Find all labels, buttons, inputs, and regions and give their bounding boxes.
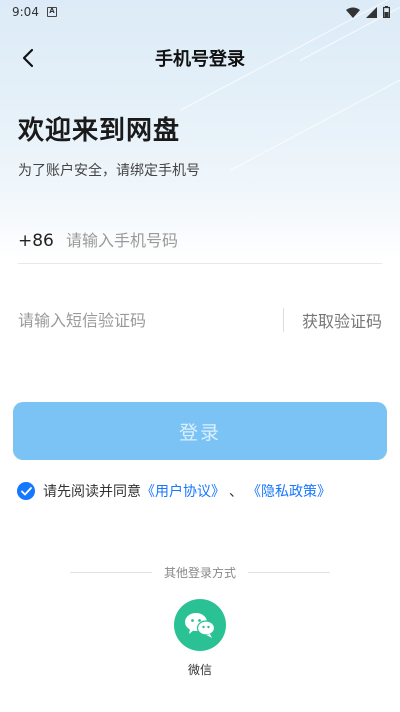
status-bar: 9:04 A [0, 0, 400, 24]
other-login-label: 其他登录方式 [164, 565, 237, 580]
wechat-icon [185, 613, 216, 638]
agreement-row: 请先阅读并同意 《用户协议》 、 《隐私政策》 [17, 481, 331, 501]
agreement-text: 请先阅读并同意 [43, 484, 141, 500]
notification-a-icon: A [46, 7, 57, 17]
wechat-login-button[interactable] [174, 599, 226, 651]
other-login-divider: 其他登录方式 [70, 563, 331, 581]
sms-code-input[interactable] [18, 310, 273, 330]
subtitle: 为了账户安全，请绑定手机号 [18, 163, 200, 179]
back-button[interactable] [14, 44, 42, 72]
check-icon [20, 486, 32, 495]
status-time: 9:04 [12, 5, 39, 19]
divider-line-left [70, 571, 152, 573]
chevron-left-icon [22, 48, 34, 68]
country-code[interactable]: +86 [18, 231, 66, 251]
code-field-row: 获取验证码 [18, 298, 382, 342]
status-icons [346, 6, 390, 18]
signal-icon [366, 6, 377, 18]
code-divider [282, 308, 284, 332]
wifi-icon [346, 7, 360, 18]
agreement-separator: 、 [229, 484, 243, 500]
phone-input[interactable] [66, 231, 382, 250]
agreement-checkbox[interactable] [17, 482, 35, 500]
login-button[interactable]: 登录 [13, 402, 387, 460]
wechat-label: 微信 [187, 663, 212, 677]
phone-field-row: +86 [18, 218, 382, 264]
page-title: 手机号登录 [155, 49, 245, 70]
divider-line-right [248, 571, 331, 573]
battery-icon [383, 6, 390, 18]
privacy-policy-link[interactable]: 《隐私政策》 [247, 481, 331, 501]
welcome-heading: 欢迎来到网盘 [18, 116, 181, 146]
get-code-button[interactable]: 获取验证码 [302, 308, 382, 332]
user-agreement-link[interactable]: 《用户协议》 [141, 481, 225, 501]
top-navigation: 手机号登录 [0, 40, 400, 76]
